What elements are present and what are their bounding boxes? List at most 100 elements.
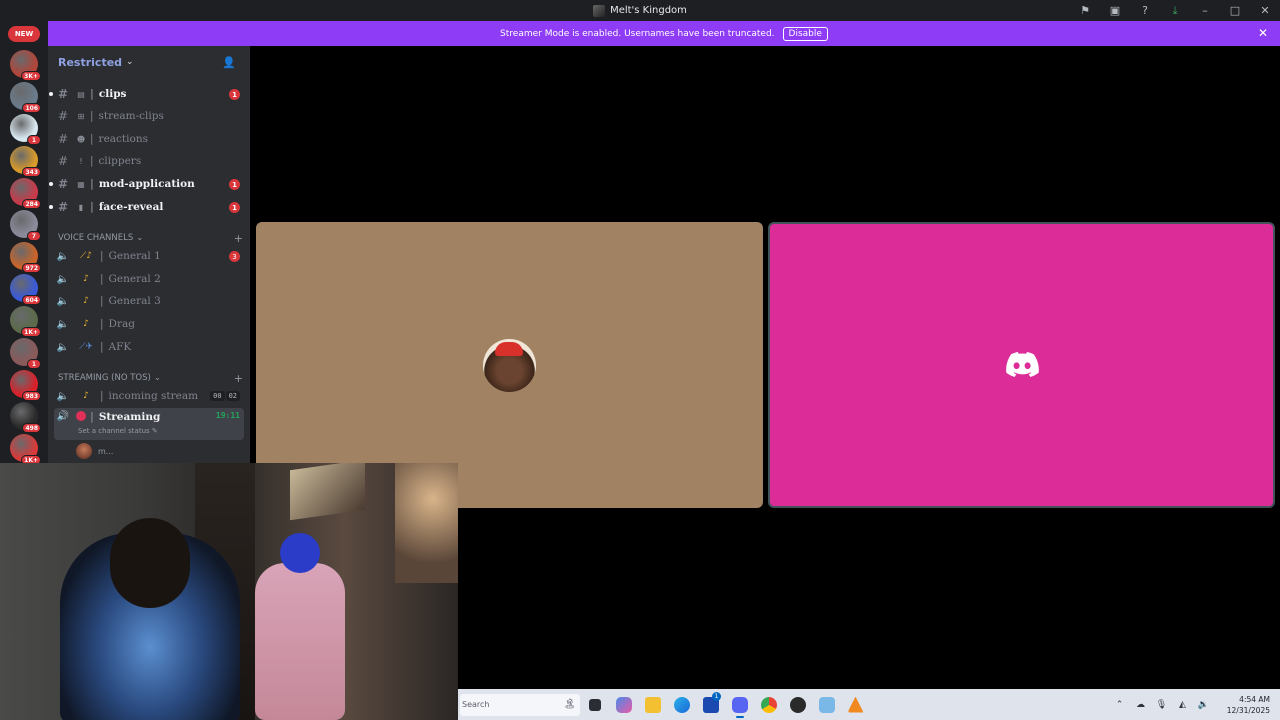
close-window-icon[interactable]: ✕	[1250, 0, 1280, 21]
server-header[interactable]: Restricted ⌄ 👤	[48, 46, 250, 78]
server-icon[interactable]: 3K+	[10, 50, 41, 81]
channel-reactions[interactable]: # ☻ | reactions	[54, 129, 244, 149]
channel-stream-clips[interactable]: # ⊞ | stream-clips	[54, 106, 244, 126]
voice-channel-drag[interactable]: 🔈 ♪ | Drag	[54, 314, 244, 334]
channel-name: incoming stream	[108, 390, 199, 402]
download-icon[interactable]: ⤓	[1160, 0, 1190, 21]
server-icon[interactable]: 284	[10, 178, 41, 209]
server-icon[interactable]: 343	[10, 146, 41, 177]
store-icon[interactable]: 1	[696, 689, 725, 720]
server-rail: NEW 3K+ 106 1 343 284 7 972 604 1K+ 1 983 498 1K+	[0, 21, 48, 494]
category-streaming[interactable]: STREAMING (NO TOS) ⌄ +	[58, 371, 243, 385]
volume-icon[interactable]: 🔉	[1193, 700, 1214, 710]
server-icon[interactable]: 106	[10, 82, 41, 113]
channel-name: mod-application	[98, 178, 195, 190]
server-icon[interactable]: 604	[10, 274, 41, 305]
server-name: Restricted	[58, 55, 123, 69]
channel-status-hint[interactable]: Set a channel status ✎	[78, 427, 158, 435]
create-channel-icon[interactable]: +	[234, 372, 243, 385]
streamer-mode-banner: Streamer Mode is enabled. Usernames have…	[48, 21, 1280, 46]
server-icon[interactable]: 1	[10, 338, 41, 369]
chevron-down-icon: ⌄	[153, 373, 161, 383]
channel-emoji-icon: !	[79, 156, 83, 166]
server-icon[interactable]: 972	[10, 242, 41, 273]
channel-name: General 1	[108, 250, 161, 262]
channel-name: clippers	[98, 155, 142, 167]
title-bar: Melt's Kingdom ⚑ ▣ ? ⤓ – □ ✕	[0, 0, 1280, 21]
voice-channel-afk[interactable]: 🔈 ⟋✈ | AFK	[54, 337, 244, 357]
server-mention-badge: 1	[27, 359, 41, 369]
window-title: Melt's Kingdom	[593, 4, 687, 17]
microphone-icon[interactable]: 🎙	[1151, 700, 1172, 710]
hash-icon: #	[57, 177, 69, 191]
channel-emoji-icon: ♪	[83, 391, 89, 401]
taskbar-search[interactable]: Search 🏝	[460, 693, 580, 716]
clock[interactable]: 4:54 AM 12/31/2025	[1214, 694, 1270, 716]
voice-channel-general-2[interactable]: 🔈 ♪ | General 2	[54, 269, 244, 289]
discord-logo-icon	[1006, 352, 1039, 377]
category-label: VOICE CHANNELS	[58, 233, 134, 243]
voice-channel-general-3[interactable]: 🔈 ♪ | General 3	[54, 291, 244, 311]
video-tile-discord[interactable]	[768, 222, 1275, 508]
avatar	[76, 443, 92, 459]
server-mention-badge: 972	[22, 263, 41, 273]
task-view-icon[interactable]	[580, 689, 609, 720]
minimize-icon[interactable]: –	[1190, 0, 1220, 21]
voice-channel-streaming-active[interactable]: 🔊 | Streaming 19:11 Set a channel status…	[54, 408, 244, 440]
channel-name: reactions	[98, 133, 148, 145]
maximize-icon[interactable]: □	[1220, 0, 1250, 21]
new-badge[interactable]: NEW	[8, 26, 40, 42]
channel-emoji-icon: ▮	[78, 202, 84, 212]
channel-face-reveal[interactable]: # ▮ | face-reveal 1	[49, 197, 244, 217]
help-icon[interactable]: ?	[1130, 0, 1160, 21]
avatar	[483, 339, 536, 392]
connected-user[interactable]: m...	[76, 443, 113, 459]
obs-icon[interactable]	[783, 689, 812, 720]
server-icon[interactable]: 983	[10, 370, 41, 401]
inbox-icon[interactable]: ▣	[1100, 0, 1130, 21]
server-mention-badge: 983	[22, 391, 41, 401]
server-mention-badge: 498	[22, 423, 41, 433]
voice-channel-general-1[interactable]: 🔈 ⟋♪ | General 1 3	[54, 246, 244, 266]
title-bar-icons: ⚑ ▣ ? ⤓ – □ ✕	[1070, 0, 1280, 21]
copilot-icon[interactable]	[609, 689, 638, 720]
channel-clips[interactable]: # ▤ | clips 1	[49, 84, 244, 104]
channel-emoji-icon: ▦	[77, 179, 85, 189]
category-label: STREAMING (NO TOS)	[58, 373, 151, 383]
voice-channel-incoming-stream[interactable]: 🔈 ♪ | incoming stream 00 02	[54, 386, 244, 406]
create-channel-icon[interactable]: +	[234, 232, 243, 245]
speaker-icon: 🔈	[56, 273, 70, 285]
file-explorer-icon[interactable]	[638, 689, 667, 720]
chrome-icon[interactable]	[754, 689, 783, 720]
disable-button[interactable]: Disable	[782, 26, 828, 41]
channel-name: General 3	[108, 295, 161, 307]
flag-icon[interactable]: ⚑	[1070, 0, 1100, 21]
channel-mod-application[interactable]: # ▦ | mod-application 1	[49, 174, 244, 194]
server-icon[interactable]: 498	[10, 402, 41, 433]
app-icon[interactable]	[812, 689, 841, 720]
wifi-icon[interactable]: ◭	[1172, 700, 1193, 710]
edge-icon[interactable]	[667, 689, 696, 720]
speaker-icon: 🔈	[56, 295, 70, 307]
hash-icon: #	[57, 87, 69, 101]
network-app-icon[interactable]: ☁	[1130, 700, 1151, 710]
category-voice-channels[interactable]: VOICE CHANNELS ⌄ +	[58, 231, 243, 245]
channel-clippers[interactable]: # ! | clippers	[54, 151, 244, 171]
close-banner-icon[interactable]: ✕	[1258, 26, 1268, 40]
channel-name: Streaming	[98, 411, 161, 423]
channel-sidebar: Restricted ⌄ 👤 # ▤ | clips 1 # ⊞ | strea…	[48, 46, 250, 463]
clock-time: 4:54 AM	[1239, 694, 1270, 704]
vlc-icon[interactable]	[841, 689, 870, 720]
mention-badge: 1	[229, 202, 240, 213]
server-icon[interactable]: 1K+	[10, 434, 41, 465]
add-member-icon[interactable]: 👤	[222, 56, 236, 69]
speaker-icon: 🔈	[56, 318, 70, 330]
speaker-icon: 🔈	[56, 250, 70, 262]
chevron-up-icon[interactable]: ⌃	[1109, 700, 1130, 710]
mention-badge: 1	[229, 179, 240, 190]
server-icon[interactable]: 7	[10, 210, 41, 241]
server-icon[interactable]: 1	[10, 114, 41, 145]
banner-message: Streamer Mode is enabled. Usernames have…	[500, 28, 775, 39]
discord-taskbar-icon[interactable]	[725, 689, 754, 720]
server-icon[interactable]: 1K+	[10, 306, 41, 337]
